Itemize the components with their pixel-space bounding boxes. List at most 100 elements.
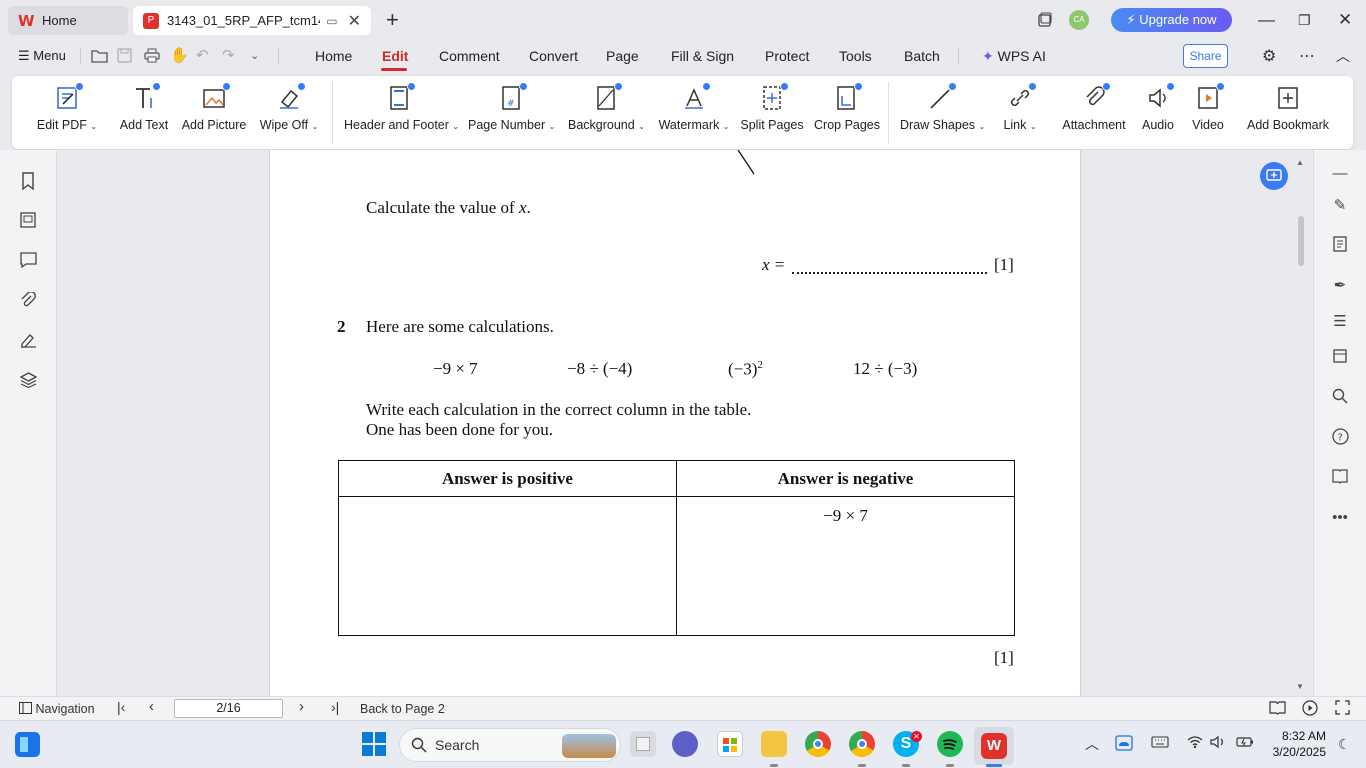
thumbnail-icon[interactable] <box>18 212 38 232</box>
new-tab-icon[interactable]: + <box>386 8 399 32</box>
tab-home[interactable]: W Home <box>8 6 128 35</box>
background-button[interactable]: Background ⌄ <box>568 82 645 144</box>
back-to-page-link[interactable]: Back to Page 2 <box>360 701 445 717</box>
watermark-button[interactable]: Watermark ⌄ <box>658 82 730 144</box>
maximize-icon[interactable]: ❐ <box>1298 8 1311 32</box>
scroll-down-icon[interactable]: ▼ <box>1296 682 1304 691</box>
link-button[interactable]: Link ⌄ <box>998 82 1042 144</box>
add-picture-button[interactable]: Add Picture <box>180 82 248 144</box>
print-icon[interactable] <box>144 48 160 67</box>
read-mode-icon[interactable] <box>1269 700 1286 719</box>
crop-pages-button[interactable]: Crop Pages <box>814 82 880 144</box>
page-number-label: Page Number <box>468 118 546 132</box>
open-folder-icon[interactable] <box>91 48 108 67</box>
menu-comment[interactable]: Comment <box>439 40 500 72</box>
bookmark-icon[interactable] <box>18 172 38 192</box>
stamp-icon[interactable] <box>1330 348 1350 368</box>
last-page-icon[interactable]: ›| <box>331 699 339 715</box>
page-number-input[interactable]: 2/16 <box>174 699 283 718</box>
microsoft-store-icon[interactable] <box>717 731 743 757</box>
task-view-icon[interactable] <box>630 731 656 757</box>
video-button[interactable]: Video <box>1188 82 1228 144</box>
layers-icon[interactable] <box>18 372 38 392</box>
menu-fill-sign[interactable]: Fill & Sign <box>671 40 734 72</box>
redo-icon[interactable]: ↷ <box>222 48 235 64</box>
tab-document[interactable]: P 3143_01_5RP_AFP_tcm143-70 ▭ ✕ <box>133 6 371 35</box>
first-page-icon[interactable]: |‹ <box>117 699 125 715</box>
hand-tool-icon[interactable]: ✋ <box>170 48 189 64</box>
tab-preview-icon[interactable]: ▭ <box>326 14 337 28</box>
audio-button[interactable]: Audio <box>1138 82 1178 144</box>
tab-close-icon[interactable]: ✕ <box>348 11 361 31</box>
teams-meet-icon[interactable] <box>672 731 698 757</box>
edit-pdf-button[interactable]: Edit PDF ⌄ <box>34 82 100 144</box>
close-window-icon[interactable]: ✕ <box>1338 8 1352 32</box>
previous-page-icon[interactable]: ‹ <box>149 699 154 715</box>
edit-note-icon[interactable]: ✎ <box>1330 196 1350 216</box>
upgrade-button[interactable]: ⚡ Upgrade now <box>1111 8 1232 32</box>
attachment-button[interactable]: Attachment <box>1060 82 1128 144</box>
more-options-icon[interactable]: ⋯ <box>1299 45 1315 69</box>
draw-shapes-button[interactable]: Draw Shapes ⌄ <box>900 82 985 144</box>
undo-icon[interactable]: ↶ <box>196 48 209 64</box>
menu-protect[interactable]: Protect <box>765 40 809 72</box>
text-align-icon[interactable]: ☰ <box>1330 312 1350 332</box>
wps-office-taskbar-button[interactable]: W <box>974 727 1014 765</box>
taskbar-search[interactable]: Search <box>399 728 621 762</box>
settings-gear-icon[interactable]: ⚙ <box>1262 45 1276 69</box>
page-number-button[interactable]: # Page Number ⌄ <box>468 82 555 144</box>
battery-icon[interactable] <box>1236 735 1254 753</box>
search-icon[interactable] <box>1330 388 1350 408</box>
menu-home[interactable]: Home <box>315 40 352 72</box>
menu-page[interactable]: Page <box>606 40 639 72</box>
menu-batch[interactable]: Batch <box>904 40 940 72</box>
system-clock[interactable]: 8:32 AM 3/20/2025 <box>1262 728 1326 760</box>
navigation-toggle[interactable]: Navigation <box>19 701 95 717</box>
minimize-icon[interactable]: — <box>1258 8 1275 32</box>
next-page-icon[interactable]: › <box>299 699 304 715</box>
keyboard-icon[interactable] <box>1151 735 1169 753</box>
menu-wps-ai[interactable]: ✦ WPS AI <box>982 40 1046 72</box>
collapse-panel-icon[interactable]: — <box>1330 164 1350 184</box>
reading-mode-icon[interactable] <box>1330 468 1350 488</box>
windows-start-icon[interactable] <box>361 731 387 757</box>
account-avatar[interactable]: CA <box>1069 8 1089 32</box>
menu-convert[interactable]: Convert <box>529 40 578 72</box>
document-list-icon[interactable] <box>1330 236 1350 256</box>
menu-tools[interactable]: Tools <box>839 40 872 72</box>
notification-moon-icon[interactable]: ☾ <box>1338 735 1351 753</box>
widgets-icon[interactable] <box>15 732 40 757</box>
more-tools-icon[interactable]: ••• <box>1330 508 1350 528</box>
vertical-scrollbar[interactable]: ▲ ▼ <box>1293 150 1313 696</box>
pen-tool-icon[interactable]: ✒ <box>1330 276 1350 296</box>
fullscreen-icon[interactable] <box>1335 700 1350 719</box>
scroll-up-icon[interactable]: ▲ <box>1296 158 1304 167</box>
add-bookmark-button[interactable]: Add Bookmark <box>1246 84 1330 144</box>
tray-chevron-up-icon[interactable]: ︿ <box>1085 735 1099 753</box>
header-footer-button[interactable]: Header and Footer ⌄ <box>344 82 459 144</box>
chrome-profile-icon[interactable] <box>849 731 875 757</box>
signature-icon[interactable] <box>18 332 38 352</box>
file-explorer-icon[interactable] <box>761 731 787 757</box>
save-icon[interactable] <box>117 48 132 67</box>
wifi-icon[interactable] <box>1187 735 1203 754</box>
help-icon[interactable]: ? <box>1330 428 1350 448</box>
floating-tool-button[interactable] <box>1260 162 1288 190</box>
onedrive-icon[interactable] <box>1115 735 1133 756</box>
add-text-button[interactable]: Add Text <box>116 82 172 144</box>
volume-icon[interactable] <box>1210 735 1226 754</box>
menu-button[interactable]: ☰ Menu <box>18 40 66 72</box>
split-pages-button[interactable]: Split Pages <box>740 82 804 144</box>
spotify-icon[interactable] <box>937 731 963 757</box>
play-slideshow-icon[interactable] <box>1302 700 1318 720</box>
window-view-icon[interactable] <box>1037 8 1053 32</box>
collapse-ribbon-icon[interactable]: ︿ <box>1336 44 1350 68</box>
document-viewport[interactable]: Calculate the value of x. x = [1] 2 Here… <box>57 150 1313 696</box>
share-button[interactable]: Share <box>1183 44 1228 68</box>
wipe-off-button[interactable]: Wipe Off ⌄ <box>258 82 320 144</box>
comment-icon[interactable] <box>18 252 38 272</box>
chevron-down-icon[interactable]: ⌄ <box>250 48 259 64</box>
scrollbar-thumb[interactable] <box>1298 216 1304 266</box>
chrome-icon[interactable] <box>805 731 831 757</box>
attachment-panel-icon[interactable] <box>18 291 38 312</box>
